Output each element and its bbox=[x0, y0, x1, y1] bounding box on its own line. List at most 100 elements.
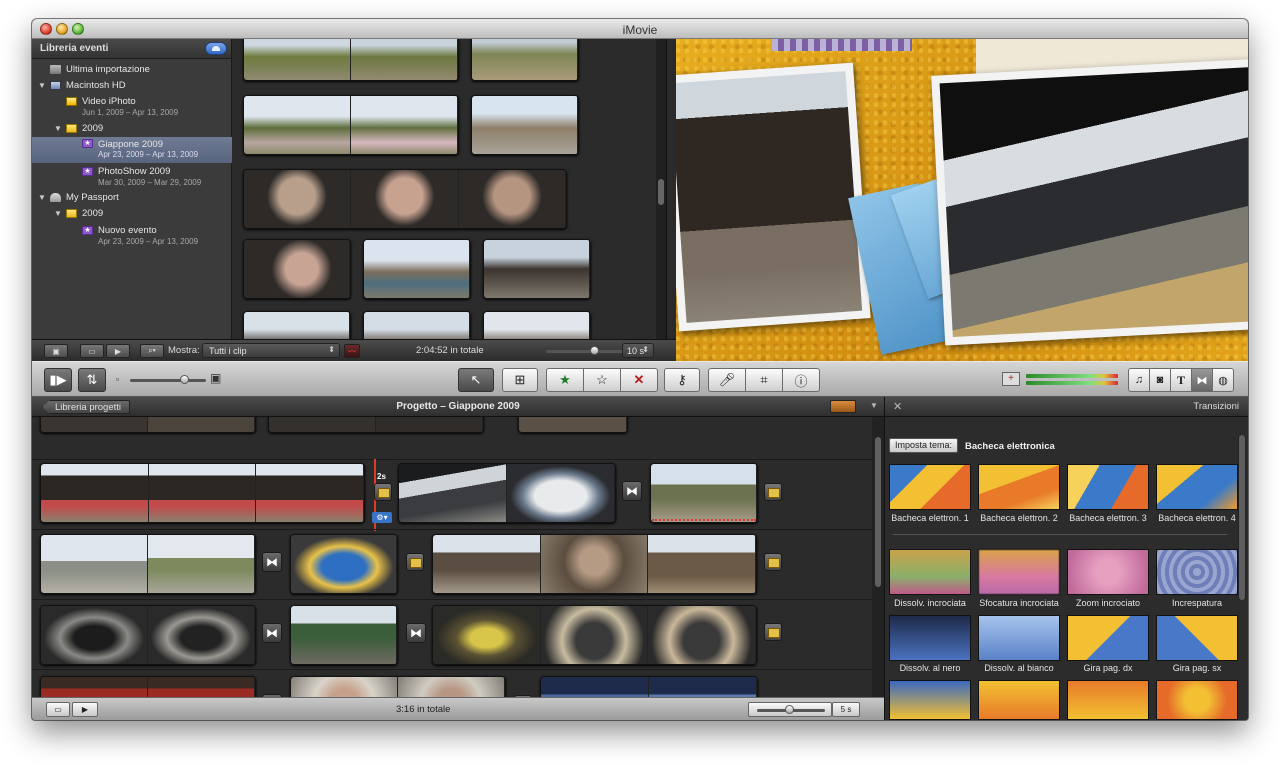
project-clip[interactable] bbox=[432, 534, 757, 594]
disclosure-triangle-icon[interactable]: ▼ bbox=[38, 193, 46, 202]
eject-icon[interactable] bbox=[205, 42, 227, 55]
transition-thumb-bacheca-3[interactable] bbox=[1067, 464, 1149, 510]
library-item-2009[interactable]: ▼ 2009 bbox=[32, 123, 232, 137]
transition-thumb-gira-pag-sx[interactable] bbox=[1156, 615, 1238, 661]
set-theme-button[interactable]: Imposta tema: bbox=[889, 438, 959, 453]
event-clip[interactable] bbox=[471, 95, 579, 155]
play-project-full-screen-button[interactable]: ▭ bbox=[46, 702, 70, 717]
transition-thumb-sfocatura-incrociata[interactable] bbox=[978, 549, 1060, 595]
maps-browser-button[interactable]: ◍ bbox=[1212, 368, 1234, 392]
transition-thumb[interactable] bbox=[889, 680, 971, 720]
event-clip[interactable] bbox=[243, 311, 351, 339]
project-clip[interactable] bbox=[40, 417, 256, 433]
arrow-tool-button[interactable]: ↖ bbox=[458, 368, 494, 392]
event-clip[interactable] bbox=[243, 95, 459, 155]
project-clip[interactable] bbox=[290, 605, 398, 665]
project-clip[interactable] bbox=[432, 605, 757, 665]
event-clip[interactable] bbox=[483, 311, 591, 339]
transition-thumb-dissolv-incrociata[interactable] bbox=[889, 549, 971, 595]
thumbnail-size-slider[interactable] bbox=[130, 379, 206, 382]
show-filter-popup[interactable]: Tutti i clip bbox=[202, 343, 340, 358]
transition-marker[interactable]: ⧓ bbox=[622, 481, 642, 501]
transition-thumb-dissolv-nero[interactable] bbox=[889, 615, 971, 661]
theme-icon[interactable] bbox=[830, 400, 856, 413]
event-browser-scrollbar[interactable] bbox=[656, 39, 666, 339]
play-button[interactable]: ▶ bbox=[106, 344, 130, 358]
project-clip[interactable] bbox=[268, 417, 484, 433]
project-clip[interactable] bbox=[540, 676, 758, 697]
project-storyboard[interactable]: 2s ⚙▾ ⧓ ⧓ ⧓ ⧓ bbox=[32, 417, 872, 697]
title-overlay-icon[interactable] bbox=[374, 483, 392, 501]
transition-marker[interactable]: ⧓ bbox=[262, 623, 282, 643]
project-clip[interactable] bbox=[650, 463, 758, 523]
disclosure-triangle-icon[interactable]: ▼ bbox=[54, 209, 62, 218]
disclosure-triangle-icon[interactable]: ▼ bbox=[38, 81, 46, 90]
add-to-project-button[interactable]: ⊞ bbox=[502, 368, 538, 392]
chevron-down-icon[interactable]: ▼ bbox=[870, 401, 878, 410]
transition-thumb-increspatura[interactable] bbox=[1156, 549, 1238, 595]
camera-import-button[interactable]: ▮▶ bbox=[44, 368, 72, 392]
voiceover-button[interactable]: 🎤︎ bbox=[708, 368, 746, 392]
transition-thumb-bacheca-1[interactable] bbox=[889, 464, 971, 510]
library-item-last-import[interactable]: Ultima importazione bbox=[32, 64, 232, 78]
project-clip[interactable] bbox=[518, 417, 628, 433]
event-zoom-slider-knob[interactable] bbox=[590, 346, 599, 355]
event-clip[interactable] bbox=[363, 311, 471, 339]
project-clip[interactable] bbox=[290, 676, 506, 697]
play-full-screen-button[interactable]: ▭ bbox=[80, 344, 104, 358]
crop-button[interactable]: ⌗ bbox=[745, 368, 783, 392]
transition-thumb[interactable] bbox=[978, 680, 1060, 720]
transitions-browser-button[interactable]: ⧓ bbox=[1191, 368, 1213, 392]
scrollbar-knob[interactable] bbox=[1239, 435, 1245, 600]
transition-thumb-bacheca-4[interactable] bbox=[1156, 464, 1238, 510]
project-clip[interactable] bbox=[398, 463, 616, 523]
play-project-button[interactable]: ▶ bbox=[72, 702, 98, 717]
transitions-scrollbar[interactable] bbox=[1238, 435, 1246, 600]
title-overlay-icon[interactable] bbox=[764, 483, 782, 501]
library-item-video-iphoto[interactable]: Video iPhoto Jun 1, 2009 – Apr 13, 2009 bbox=[32, 96, 232, 120]
library-item-nuovo-evento[interactable]: ★ Nuovo evento Apr 23, 2009 – Apr 13, 20… bbox=[32, 225, 232, 249]
swap-events-projects-button[interactable]: ⇅ bbox=[78, 368, 106, 392]
keyword-button[interactable]: ⚷ bbox=[664, 368, 700, 392]
project-clip[interactable] bbox=[290, 534, 398, 594]
project-clip[interactable] bbox=[40, 676, 256, 697]
library-item-macintosh-hd[interactable]: ▼ Macintosh HD bbox=[32, 80, 232, 94]
music-browser-button[interactable]: ♫ bbox=[1128, 368, 1150, 392]
event-clip[interactable] bbox=[363, 239, 471, 299]
show-library-button[interactable]: ▣ bbox=[44, 344, 68, 358]
event-clip[interactable] bbox=[243, 39, 459, 81]
event-clip[interactable] bbox=[471, 39, 579, 81]
title-overlay-icon[interactable] bbox=[764, 553, 782, 571]
title-overlay-icon[interactable] bbox=[406, 553, 424, 571]
titles-browser-button[interactable]: T bbox=[1170, 368, 1192, 392]
transition-marker[interactable]: ⧓ bbox=[262, 552, 282, 572]
unmark-button[interactable]: ☆ bbox=[583, 368, 621, 392]
event-clip[interactable] bbox=[243, 239, 351, 299]
scrollbar-knob[interactable] bbox=[658, 179, 664, 205]
event-zoom-slider[interactable] bbox=[546, 350, 626, 353]
transition-thumb-zoom-incrociato[interactable] bbox=[1067, 549, 1149, 595]
project-clip[interactable] bbox=[40, 605, 256, 665]
inspector-button[interactable]: ⓘ bbox=[782, 368, 820, 392]
close-panel-icon[interactable]: ✕ bbox=[893, 400, 902, 413]
library-item-my-passport[interactable]: ▼ My Passport bbox=[32, 192, 232, 206]
mark-favorite-button[interactable]: ★ bbox=[546, 368, 584, 392]
clip-settings-gear-icon[interactable]: ⚙▾ bbox=[372, 512, 392, 523]
photo-browser-button[interactable]: ◙ bbox=[1149, 368, 1171, 392]
project-clip[interactable] bbox=[40, 534, 256, 594]
transition-thumb-bacheca-2[interactable] bbox=[978, 464, 1060, 510]
transition-thumb-gira-pag-dx[interactable] bbox=[1067, 615, 1149, 661]
event-clip[interactable] bbox=[483, 239, 591, 299]
transition-thumb[interactable] bbox=[1156, 680, 1238, 720]
library-item-2009-passport[interactable]: ▼ 2009 bbox=[32, 208, 232, 222]
thumbnail-size-slider-knob[interactable] bbox=[180, 375, 189, 384]
transition-marker[interactable]: ⧓ bbox=[406, 623, 426, 643]
transition-thumb[interactable] bbox=[1067, 680, 1149, 720]
transition-thumb-dissolv-bianco[interactable] bbox=[978, 615, 1060, 661]
library-item-giappone-2009[interactable]: ★ Giappone 2009 Apr 23, 2009 – Apr 13, 2… bbox=[32, 137, 232, 163]
library-item-photoshow-2009[interactable]: ★ PhotoShow 2009 Mar 30, 2009 – Mar 29, … bbox=[32, 166, 232, 190]
event-browser[interactable] bbox=[233, 39, 667, 339]
disclosure-triangle-icon[interactable]: ▼ bbox=[54, 124, 62, 133]
search-events-button[interactable]: ⌕▾ bbox=[140, 344, 164, 358]
project-zoom-slider[interactable] bbox=[748, 702, 832, 717]
